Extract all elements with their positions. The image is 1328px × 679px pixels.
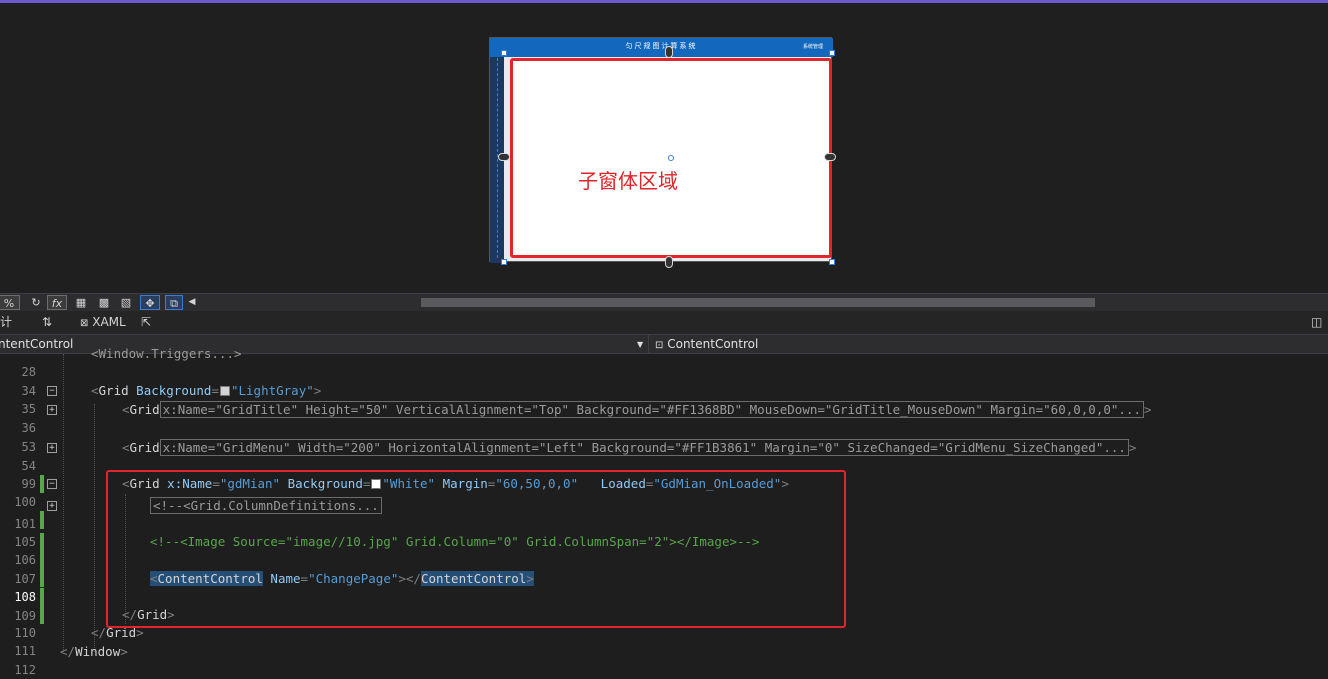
child-area-label: 子窗体区域: [578, 169, 678, 193]
child-window-area[interactable]: 子窗体区域: [510, 58, 832, 258]
code-line[interactable]: 34: [0, 364, 1328, 398]
code-line[interactable]: 112 </Window>: [0, 643, 1328, 677]
tab-xaml-label: XAML: [92, 315, 126, 329]
grid-toggle-icon[interactable]: ▦: [73, 295, 89, 310]
window-title-right-text: 系统管理: [802, 44, 823, 50]
code-text: <Window.Triggers...>: [91, 346, 242, 361]
collapsed-region: x:Name="GridMenu" Width="200" Horizontal…: [159, 439, 1129, 456]
collapsed-region: x:Name="GridTitle" Height="50" VerticalA…: [159, 401, 1144, 418]
selection-handle-bottom-right[interactable]: [829, 259, 835, 265]
split-horizontal-icon[interactable]: ◫: [1311, 314, 1322, 331]
fold-collapse-icon[interactable]: −: [47, 479, 57, 489]
swap-panes-icon[interactable]: ⇅: [42, 314, 52, 331]
code-line[interactable]: 28 <Window.Triggers...>: [0, 345, 1328, 379]
code-text: <Grid x:Name="GridTitle" Height="50" Vert…: [122, 401, 1152, 418]
fx-label: fx: [51, 297, 63, 310]
designer-toolbar: % ↻ fx ▦ ▩ ▧ ✥ ⧉ ◀: [0, 293, 1328, 311]
scroll-left-icon[interactable]: ◀: [187, 295, 197, 310]
fold-expand-icon[interactable]: +: [47, 443, 57, 453]
tab-design[interactable]: 计: [0, 314, 12, 331]
selection-handle-top-left[interactable]: [501, 50, 507, 56]
project-code-icon[interactable]: ⧉: [165, 295, 183, 310]
zoom-suffix: %: [3, 297, 15, 310]
selection-handle-top-right[interactable]: [829, 50, 835, 56]
fold-expand-icon[interactable]: +: [47, 501, 57, 511]
horizontal-scroll-thumb[interactable]: [421, 298, 1095, 307]
margin-pin-right-icon[interactable]: [824, 153, 836, 161]
view-tabs-bar: 计 ⇅ ⊠ XAML ⇱ ◫: [0, 311, 1328, 334]
effects-toggle-button[interactable]: fx: [47, 295, 67, 310]
fold-expand-icon[interactable]: +: [47, 405, 57, 415]
selection-handle-bottom-left[interactable]: [501, 259, 507, 265]
center-point-icon: [668, 155, 674, 161]
window-title-text: 匀尺规图计算系统: [625, 42, 698, 50]
tab-xaml[interactable]: ⊠ XAML: [80, 314, 126, 332]
code-line[interactable]: 53: [0, 420, 1328, 454]
code-text: </Window>: [60, 644, 128, 659]
code-text: <Grid Background= "LightGray">: [91, 383, 322, 398]
grid-menu-preview[interactable]: [490, 38, 504, 263]
xaml-icon: ⊠: [80, 318, 89, 329]
code-text: <Grid x:Name="GridMenu" Width="200" Horiz…: [122, 439, 1137, 456]
code-line[interactable]: 113: [0, 662, 1328, 679]
code-line[interactable]: 36 + <Grid x:Name="GridTitle" Height="50"…: [0, 401, 1328, 435]
margin-pin-bottom-icon[interactable]: [665, 256, 673, 268]
highlight-frame: [106, 470, 846, 628]
code-line[interactable]: 35 − <Grid Background= "LightGray">: [0, 382, 1328, 416]
artboard-background-icon[interactable]: ▧: [119, 295, 133, 310]
xaml-code-editor[interactable]: 28 <Window.Triggers...> 34 35 − <Grid Ba…: [0, 346, 1328, 679]
zoom-dropdown[interactable]: %: [0, 295, 20, 310]
margin-pin-top-icon[interactable]: [665, 46, 673, 58]
lightgray-swatch: [219, 386, 230, 396]
snap-lines-icon[interactable]: ✥: [140, 295, 160, 310]
fold-collapse-icon[interactable]: −: [47, 386, 57, 396]
code-line[interactable]: 54 + <Grid x:Name="GridMenu" Width="200" …: [0, 439, 1328, 493]
margin-pin-left-icon[interactable]: [498, 153, 510, 161]
popout-xaml-icon[interactable]: ⇱: [141, 314, 151, 331]
snap-grid-icon[interactable]: ▩: [96, 295, 112, 310]
grid-title-preview[interactable]: 匀尺规图计算系统 系统管理: [490, 38, 833, 57]
refresh-icon[interactable]: ↻: [30, 295, 42, 310]
